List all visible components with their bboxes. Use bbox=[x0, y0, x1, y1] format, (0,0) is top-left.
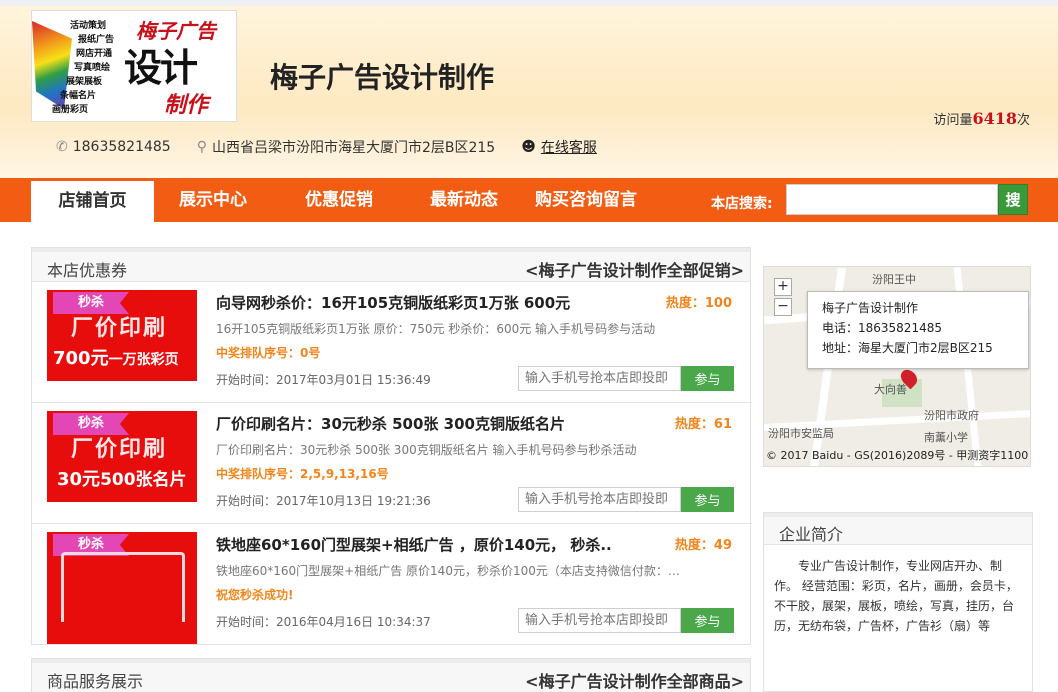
visits-unit: 次 bbox=[1016, 113, 1030, 128]
map-poi: 南薰小学 bbox=[924, 431, 968, 444]
tab-inquiry[interactable]: 购买咨询留言 bbox=[535, 178, 637, 222]
logo-service: 写真喷绘 bbox=[74, 63, 111, 73]
coupon-heat: 热度：61 bbox=[674, 417, 732, 432]
banner-stand-graphic bbox=[61, 552, 185, 622]
map-popup-name: 梅子广告设计制作 bbox=[822, 301, 919, 315]
coupon-rank: 祝您秒杀成功! bbox=[216, 588, 294, 602]
coupon-title[interactable]: 向导网秒杀价：16开105克铜版纸彩页1万张 600元 bbox=[216, 292, 570, 313]
tab-news[interactable]: 最新动态 bbox=[430, 178, 498, 222]
company-intro-panel: 企业简介 专业广告设计制作，专业网店开办、制作。 经营范围：彩页，名片，画册，会… bbox=[763, 512, 1033, 692]
logo-brand-big: 设计 bbox=[124, 45, 198, 90]
baidu-map[interactable]: + − 汾阳王中 大向善 汾阳市政府 汾阳市安监局 南薰小学 梅子广告设计制作 … bbox=[763, 266, 1031, 467]
coupon-start-time: 开始时间：2017年10月13日 19:21:36 bbox=[216, 494, 431, 508]
visits-label: 访问量 bbox=[933, 113, 973, 128]
coupons-panel-header: 本店优惠券 <梅子广告设计制作全部促销> bbox=[32, 248, 750, 282]
phone-input[interactable] bbox=[518, 487, 681, 512]
coupon-image[interactable]: 秒杀 bbox=[47, 532, 197, 644]
online-service-link[interactable]: 在线客服 bbox=[541, 137, 597, 157]
logo-service: 网店开通 bbox=[76, 49, 113, 59]
company-intro-text: 专业广告设计制作，专业网店开办、制作。 经营范围：彩页，名片，画册，会员卡，不干… bbox=[774, 559, 1018, 633]
company-intro-header: 企业简介 bbox=[764, 513, 1032, 545]
coupon-title[interactable]: 铁地座60*160门型展架+相纸广告 ，原价140元， 秒杀.. bbox=[216, 534, 612, 555]
coupon-item: 秒杀 厂价印刷 30元500张名片 厂价印刷名片：30元秒杀 500张 300克… bbox=[32, 403, 752, 524]
visits-count: 6418 bbox=[972, 109, 1017, 128]
main-nav: 店铺首页 展示中心 优惠促销 最新动态 购买咨询留言 本店搜索: 搜 bbox=[0, 178, 1058, 222]
shop-logo[interactable]: 活动策划 报纸广告 网店开通 写真喷绘 展架展板 条幅名片 画册彩页 梅子广告 … bbox=[31, 10, 237, 122]
tab-shop-home[interactable]: 店铺首页 bbox=[31, 178, 154, 222]
map-poi: 汾阳市安监局 bbox=[768, 427, 834, 440]
coupon-image-line1: 厂价印刷 bbox=[71, 437, 168, 462]
map-popup-phone: 电话：18635821485 bbox=[822, 321, 942, 335]
shop-header: 活动策划 报纸广告 网店开通 写真喷绘 展架展板 条幅名片 画册彩页 梅子广告 … bbox=[0, 6, 1058, 178]
all-promotions-link[interactable]: <梅子广告设计制作全部促销> bbox=[525, 257, 744, 281]
coupon-image-line2: 700元一万张彩页 bbox=[53, 348, 179, 369]
coupon-description: 铁地座60*160门型展架+相纸广告 原价140元，秒杀价100元（本店支持微信… bbox=[216, 564, 686, 578]
map-info-popup: 梅子广告设计制作 电话：18635821485 地址：海星大厦门市2层B区215 bbox=[807, 291, 1029, 369]
shop-search-input[interactable] bbox=[786, 184, 998, 215]
join-button[interactable]: 参与 bbox=[681, 608, 734, 633]
coupons-panel-title: 本店优惠券 bbox=[47, 261, 128, 280]
shop-title: 梅子广告设计制作 bbox=[270, 62, 495, 93]
coupon-item: 秒杀 厂价印刷 700元一万张彩页 向导网秒杀价：16开105克铜版纸彩页1万张… bbox=[32, 282, 752, 403]
coupon-item: 秒杀 铁地座60*160门型展架+相纸广告 ，原价140元， 秒杀.. 热度：4… bbox=[32, 524, 752, 645]
logo-service: 报纸广告 bbox=[78, 35, 115, 45]
products-panel-header: 商品服务展示 <梅子广告设计制作全部商品> bbox=[32, 659, 750, 692]
company-intro-title: 企业简介 bbox=[779, 525, 844, 544]
map-poi: 大向善 bbox=[874, 383, 907, 396]
join-button[interactable]: 参与 bbox=[681, 487, 734, 512]
logo-service: 条幅名片 bbox=[60, 91, 97, 101]
coupon-heat: 热度：49 bbox=[674, 538, 732, 553]
coupons-panel: 本店优惠券 <梅子广告设计制作全部促销> 秒杀 厂价印刷 700元一万张彩页 向… bbox=[31, 247, 752, 645]
map-zoom-out-button[interactable]: − bbox=[774, 298, 792, 316]
contact-address: 山西省吕梁市汾阳市海星大厦门市2层B区215 bbox=[211, 140, 496, 156]
coupon-image-line1: 厂价印刷 bbox=[71, 316, 168, 341]
coupon-description: 厂价印刷名片：30元秒杀 500张 300克铜版纸名片 输入手机号码参与秒杀活动 bbox=[216, 443, 637, 457]
phone-icon: ✆ bbox=[56, 139, 68, 155]
logo-brand-bottom: 制作 bbox=[164, 92, 209, 118]
contact-bar: ✆ 18635821485 ⚲ 山西省吕梁市汾阳市海星大厦门市2层B区215 ☻… bbox=[56, 137, 597, 157]
products-panel: 商品服务展示 <梅子广告设计制作全部商品> bbox=[31, 658, 751, 692]
coupon-image[interactable]: 秒杀 厂价印刷 30元500张名片 bbox=[47, 411, 197, 502]
phone-input[interactable] bbox=[518, 366, 681, 391]
map-zoom-in-button[interactable]: + bbox=[774, 278, 792, 296]
tab-promotions[interactable]: 优惠促销 bbox=[305, 178, 373, 222]
map-poi: 汾阳王中 bbox=[872, 273, 916, 286]
phone-input[interactable] bbox=[518, 608, 681, 633]
contact-phone: 18635821485 bbox=[72, 139, 171, 155]
logo-service: 画册彩页 bbox=[52, 105, 89, 115]
coupon-title[interactable]: 厂价印刷名片：30元秒杀 500张 300克铜版纸名片 bbox=[216, 413, 565, 434]
coupon-rank: 中奖排队序号：2,5,9,13,16号 bbox=[216, 467, 389, 481]
map-popup-address: 地址：海星大厦门市2层B区215 bbox=[822, 341, 993, 355]
coupon-image[interactable]: 秒杀 厂价印刷 700元一万张彩页 bbox=[47, 290, 197, 381]
coupon-start-time: 开始时间：2017年03月01日 15:36:49 bbox=[216, 373, 431, 387]
map-poi: 汾阳市政府 bbox=[924, 409, 979, 422]
join-button[interactable]: 参与 bbox=[681, 366, 734, 391]
products-panel-title: 商品服务展示 bbox=[47, 672, 144, 691]
search-button[interactable]: 搜 bbox=[998, 184, 1028, 215]
visit-counter: 访问量6418次 bbox=[933, 109, 1030, 128]
all-products-link[interactable]: <梅子广告设计制作全部商品> bbox=[525, 668, 744, 692]
map-copyright: © 2017 Baidu - GS(2016)2089号 - 甲测资字1100 bbox=[766, 449, 1029, 462]
coupon-rank: 中奖排队序号：0号 bbox=[216, 346, 321, 360]
coupon-image-line2: 30元500张名片 bbox=[57, 469, 187, 490]
logo-service: 展架展板 bbox=[66, 77, 103, 87]
location-pin-icon: ⚲ bbox=[196, 139, 207, 155]
coupon-start-time: 开始时间：2016年04月16日 10:34:37 bbox=[216, 615, 431, 629]
coupon-heat: 热度：100 bbox=[665, 296, 732, 311]
logo-service: 活动策划 bbox=[70, 21, 107, 31]
qq-penguin-icon: ☻ bbox=[521, 139, 536, 155]
search-label: 本店搜索: bbox=[711, 196, 773, 212]
tab-showcase[interactable]: 展示中心 bbox=[179, 178, 247, 222]
coupon-description: 16开105克铜版纸彩页1万张 原价：750元 秒杀价：600元 输入手机号码参… bbox=[216, 322, 656, 336]
